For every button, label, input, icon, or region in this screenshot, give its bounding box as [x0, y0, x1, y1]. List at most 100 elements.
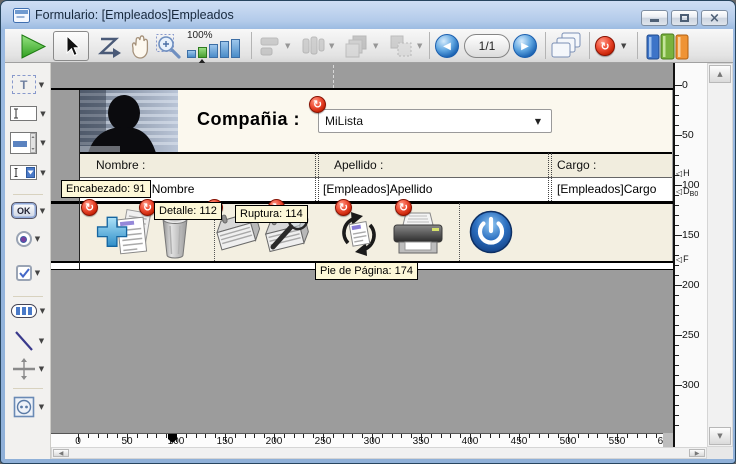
- section-marker-F[interactable]: ◁F: [676, 254, 689, 264]
- ruler-tick: [675, 395, 679, 396]
- layer-tool-icon[interactable]: [345, 34, 369, 58]
- listbox-tool[interactable]: ▼: [5, 132, 51, 154]
- field-cargo[interactable]: [Empleados]Cargo: [557, 182, 656, 196]
- ruler-tick: [245, 434, 246, 438]
- button-grid-dropdown-icon[interactable]: ▼: [40, 307, 45, 315]
- explorer-books-icon[interactable]: [645, 32, 693, 60]
- ruler-tick: [88, 434, 89, 438]
- button-tool[interactable]: OK ▼: [5, 202, 51, 219]
- zoom-bar-4[interactable]: [220, 41, 229, 58]
- quit-button[interactable]: [468, 209, 514, 255]
- titlebar[interactable]: Formulario: [Empleados]Empleados ×: [1, 1, 736, 29]
- column-separator[interactable]: [315, 153, 319, 201]
- scroll-up-button[interactable]: ▲: [709, 65, 731, 83]
- guide-line: [333, 65, 334, 88]
- ruler-tick: [646, 434, 647, 438]
- company-label[interactable]: Compañia :: [197, 109, 300, 130]
- zoom-bar-1[interactable]: [187, 50, 196, 58]
- input-tool[interactable]: ▼: [5, 106, 51, 121]
- label-cargo[interactable]: Cargo :: [557, 158, 596, 172]
- object-method-badge[interactable]: ↻: [395, 199, 412, 216]
- combobox-tool[interactable]: ▼: [5, 165, 51, 180]
- horizontal-scrollbar[interactable]: ◀ ▶: [51, 447, 707, 459]
- marker-letter-sub: B0: [690, 191, 699, 198]
- input-tool-dropdown-icon[interactable]: ▼: [40, 110, 45, 118]
- button-tool-dropdown-icon[interactable]: ▼: [40, 207, 45, 215]
- zoom-bar-5[interactable]: [231, 39, 240, 58]
- break-marker-label[interactable]: Ruptura: 114: [235, 205, 308, 223]
- detail-marker-label[interactable]: Detalle: 112: [154, 202, 222, 220]
- line-tool[interactable]: ▼: [5, 329, 51, 353]
- label-nombre[interactable]: Nombre :: [96, 158, 145, 172]
- object-method-badge[interactable]: ↻: [335, 199, 352, 216]
- ruler-tick: [539, 434, 540, 438]
- checkbox-tool-dropdown-icon[interactable]: ▼: [35, 269, 40, 277]
- plugin-tool-dropdown-icon[interactable]: ▼: [39, 403, 44, 411]
- ruler-tick: [627, 434, 628, 438]
- radio-tool[interactable]: ▼: [5, 231, 51, 247]
- run-form-button[interactable]: [19, 33, 47, 60]
- section-marker-D[interactable]: ◁DB0: [676, 186, 698, 196]
- form-pages-icon[interactable]: [551, 32, 583, 60]
- company-combobox[interactable]: MiLista ▼: [318, 109, 552, 133]
- employee-photo[interactable]: [80, 90, 178, 153]
- checkbox-tool[interactable]: ▼: [5, 265, 51, 281]
- group-tool-icon[interactable]: [389, 34, 413, 58]
- header-marker-label[interactable]: Encabezado: 91: [61, 180, 151, 198]
- plugin-tool[interactable]: ▼: [5, 395, 51, 419]
- cursor-arrow-icon: [62, 35, 80, 57]
- object-method-badge[interactable]: ↻: [309, 96, 326, 113]
- vertical-scrollbar[interactable]: ▲ ▼: [707, 63, 733, 447]
- scroll-left-button[interactable]: ◀: [53, 449, 69, 457]
- zoom-level-label: 100%: [187, 30, 213, 41]
- combo-dropdown-icon[interactable]: ▼: [535, 117, 541, 126]
- next-page-button[interactable]: ▶: [513, 34, 537, 58]
- object-method-badge[interactable]: ↻: [81, 199, 98, 216]
- distribute-tool-icon[interactable]: [301, 35, 325, 57]
- method-dropdown-icon[interactable]: ▼: [621, 42, 626, 50]
- align-tool-icon[interactable]: [259, 35, 281, 57]
- zoom-bar-2-selected[interactable]: [198, 47, 207, 58]
- previous-page-button[interactable]: ◀: [435, 34, 459, 58]
- radio-tool-dropdown-icon[interactable]: ▼: [35, 235, 40, 243]
- text-tool[interactable]: T ▼: [5, 75, 51, 94]
- layer-dropdown-icon[interactable]: ▼: [373, 42, 378, 50]
- listbox-tool-dropdown-icon[interactable]: ▼: [40, 139, 45, 147]
- column-separator[interactable]: [548, 153, 552, 201]
- ruler-tick: [235, 434, 236, 438]
- input-tool-icon: [10, 106, 37, 121]
- page-indicator-button[interactable]: 1/1: [464, 34, 510, 58]
- palette-separator: [13, 388, 43, 389]
- maximize-button[interactable]: [671, 10, 698, 26]
- ruler-tick: [675, 275, 679, 276]
- label-apellido[interactable]: Apellido :: [334, 158, 383, 172]
- field-apellido[interactable]: [Empleados]Apellido: [323, 182, 432, 196]
- distribute-dropdown-icon[interactable]: ▼: [329, 42, 334, 50]
- section-marker-H[interactable]: ◁H: [676, 168, 690, 178]
- entry-order-tool[interactable]: [97, 34, 123, 60]
- group-dropdown-icon[interactable]: ▼: [417, 42, 422, 50]
- minimize-button[interactable]: [641, 10, 668, 26]
- hand-tool[interactable]: [127, 33, 153, 60]
- selection-tool-button[interactable]: [53, 31, 89, 61]
- close-button[interactable]: ×: [701, 10, 728, 26]
- footer-marker-label[interactable]: Pie de Página: 174: [315, 262, 418, 280]
- print-button[interactable]: [390, 211, 446, 257]
- scroll-right-button[interactable]: ▶: [689, 449, 705, 457]
- zoom-bar-3[interactable]: [209, 44, 218, 58]
- form-method-button[interactable]: ↻: [595, 36, 615, 56]
- ruler-label: 250: [682, 329, 700, 341]
- splitter-tool[interactable]: ▼: [5, 357, 51, 381]
- scroll-left-icon: ◀: [59, 450, 64, 457]
- ruler-tick: [147, 434, 148, 438]
- line-tool-dropdown-icon[interactable]: ▼: [39, 337, 44, 345]
- ruler-tick: [675, 245, 679, 246]
- button-grid-tool[interactable]: ▼: [5, 304, 51, 318]
- align-dropdown-icon[interactable]: ▼: [285, 42, 290, 50]
- zoom-tool[interactable]: [155, 33, 184, 60]
- splitter-tool-dropdown-icon[interactable]: ▼: [39, 365, 44, 373]
- scroll-down-button[interactable]: ▼: [709, 427, 731, 445]
- text-tool-dropdown-icon[interactable]: ▼: [39, 81, 44, 89]
- ruler-tick: [254, 434, 255, 438]
- combobox-tool-dropdown-icon[interactable]: ▼: [40, 169, 45, 177]
